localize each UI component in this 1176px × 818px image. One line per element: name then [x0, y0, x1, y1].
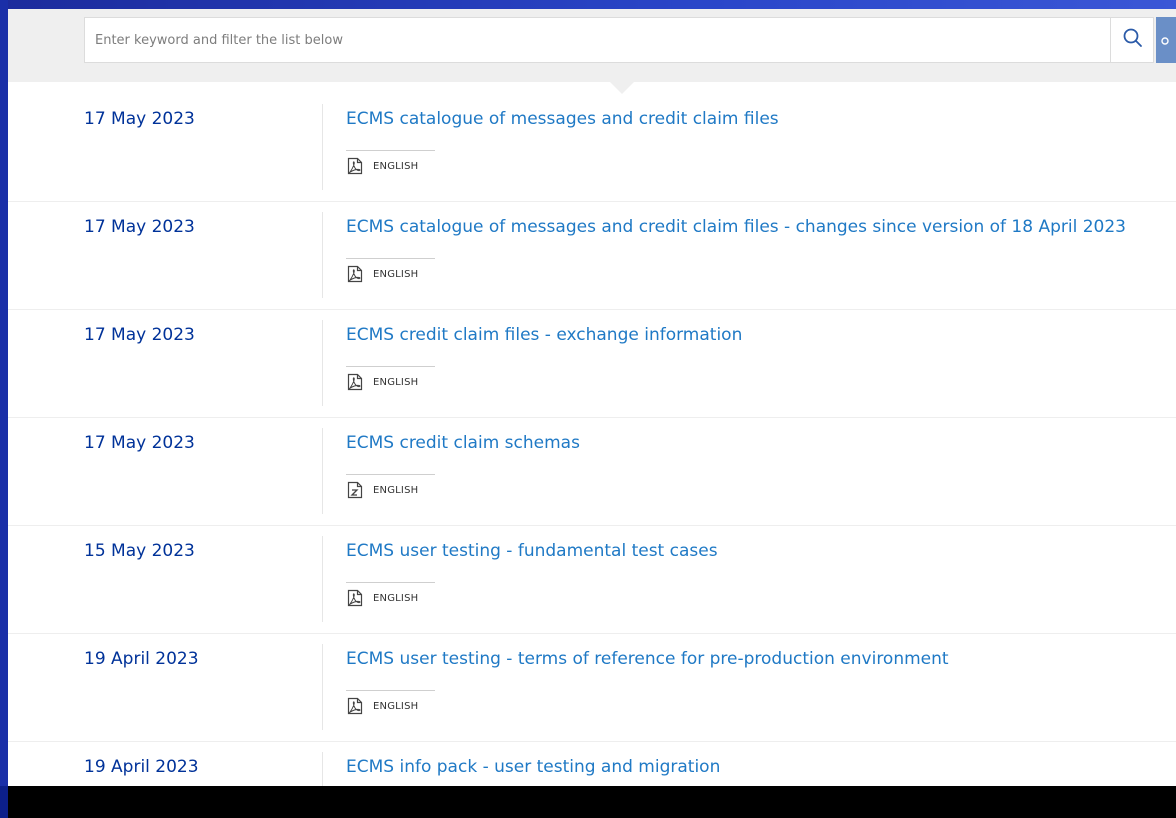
column-divider [322, 104, 323, 190]
search-button[interactable] [1110, 18, 1155, 62]
publication-date: 17 May 2023 [84, 109, 195, 129]
document-list-page: 17 May 2023 ECMS catalogue of messages a… [8, 9, 1176, 786]
file-download-link[interactable]: ENGLISH [346, 582, 435, 607]
publication-date: 17 May 2023 [84, 325, 195, 345]
pdf-icon [346, 157, 364, 175]
publication-date: 17 May 2023 [84, 217, 195, 237]
pdf-icon [346, 373, 364, 391]
list-item: 17 May 2023 ECMS credit claim schemas EN… [8, 418, 1176, 526]
list-item: 15 May 2023 ECMS user testing - fundamen… [8, 526, 1176, 634]
file-language-label: ENGLISH [373, 268, 419, 280]
publication-title-link[interactable]: ECMS catalogue of messages and credit cl… [346, 217, 1126, 237]
file-language-label: ENGLISH [373, 592, 419, 604]
list-item: 19 April 2023 ECMS info pack - user test… [8, 742, 1176, 786]
column-divider [322, 752, 323, 786]
column-divider [322, 644, 323, 730]
search-icon [1122, 27, 1144, 53]
filter-bar-pointer [610, 82, 634, 94]
publication-title-link[interactable]: ECMS catalogue of messages and credit cl… [346, 109, 779, 129]
column-divider [322, 320, 323, 406]
publication-date: 19 April 2023 [84, 757, 199, 777]
publication-date: 15 May 2023 [84, 541, 195, 561]
options-icon [1160, 31, 1170, 50]
column-divider [322, 428, 323, 514]
filter-bar [8, 9, 1176, 82]
window-top-border [0, 0, 1176, 9]
file-download-link[interactable]: ENGLISH [346, 366, 435, 391]
file-language-label: ENGLISH [373, 160, 419, 172]
publication-date: 19 April 2023 [84, 649, 199, 669]
filter-options-button[interactable] [1156, 17, 1176, 63]
window-corner-accent [0, 786, 8, 818]
list-item: 17 May 2023 ECMS catalogue of messages a… [8, 94, 1176, 202]
publication-title-link[interactable]: ECMS credit claim schemas [346, 433, 580, 453]
file-language-label: ENGLISH [373, 700, 419, 712]
column-divider [322, 212, 323, 298]
search-box [84, 17, 1154, 63]
publication-title-link[interactable]: ECMS user testing - fundamental test cas… [346, 541, 718, 561]
publication-title-link[interactable]: ECMS user testing - terms of reference f… [346, 649, 949, 669]
pdf-icon [346, 697, 364, 715]
publication-list: 17 May 2023 ECMS catalogue of messages a… [8, 94, 1176, 786]
list-item: 17 May 2023 ECMS catalogue of messages a… [8, 202, 1176, 310]
publication-title-link[interactable]: ECMS info pack - user testing and migrat… [346, 757, 720, 777]
list-item: 17 May 2023 ECMS credit claim files - ex… [8, 310, 1176, 418]
publication-title-link[interactable]: ECMS credit claim files - exchange infor… [346, 325, 742, 345]
window-left-border [0, 0, 8, 818]
file-download-link[interactable]: ENGLISH [346, 258, 435, 283]
pdf-icon [346, 265, 364, 283]
file-language-label: ENGLISH [373, 376, 419, 388]
list-item: 19 April 2023 ECMS user testing - terms … [8, 634, 1176, 742]
pdf-icon [346, 589, 364, 607]
column-divider [322, 536, 323, 622]
publication-date: 17 May 2023 [84, 433, 195, 453]
file-download-link[interactable]: ENGLISH [346, 474, 435, 499]
file-download-link[interactable]: ENGLISH [346, 690, 435, 715]
search-input[interactable] [85, 18, 1110, 62]
file-download-link[interactable]: ENGLISH [346, 150, 435, 175]
file-language-label: ENGLISH [373, 484, 419, 496]
window-bottom-border [8, 786, 1176, 818]
zip-icon [346, 481, 364, 499]
